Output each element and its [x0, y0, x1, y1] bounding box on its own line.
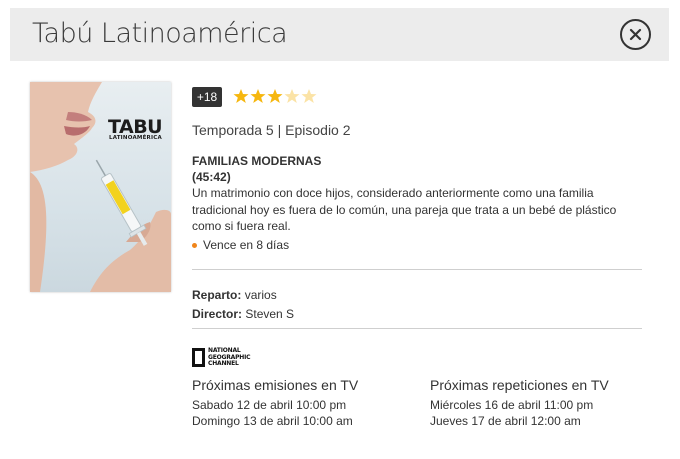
expiry-dot-icon — [192, 242, 197, 248]
star-rating — [233, 88, 317, 104]
repeat-item: Miércoles 16 de abril 11:00 pm — [430, 398, 594, 412]
repeat-item: Jueves 17 de abril 12:00 am — [430, 414, 581, 428]
expiry-notice: Vence en 8 días — [192, 238, 289, 252]
episode-duration: (45:42) — [192, 170, 231, 184]
close-icon — [629, 28, 642, 41]
emission-item: Sabado 12 de abril 10:00 pm — [192, 398, 347, 412]
repeats-heading: Próximas repeticiones en TV — [430, 377, 609, 393]
ng-frame-icon — [192, 348, 205, 368]
emissions-heading: Próximas emisiones en TV — [192, 377, 359, 393]
emission-item: Domingo 13 de abril 10:00 am — [192, 414, 353, 428]
director-value: Steven S — [245, 307, 295, 321]
age-rating-badge: +18 — [192, 87, 222, 107]
star-filled-icon — [267, 89, 283, 103]
show-poster: TABU LATINOAMÉRICA — [30, 82, 171, 292]
star-empty-icon — [284, 89, 300, 103]
episode-title: FAMILIAS MODERNAS — [192, 154, 322, 168]
star-empty-icon — [301, 89, 317, 103]
director-label: Director: — [192, 307, 243, 321]
poster-logo-subtitle: LATINOAMÉRICA — [109, 135, 162, 141]
star-filled-icon — [233, 89, 249, 103]
modal-header: Tabú Latinoamérica — [10, 8, 669, 61]
national-geographic-logo: NATIONAL GEOGRAPHIC CHANNEL — [192, 347, 251, 368]
ng-logo-text: NATIONAL GEOGRAPHIC CHANNEL — [208, 347, 251, 367]
cast-label: Reparto: — [192, 288, 242, 302]
divider — [192, 328, 642, 329]
star-filled-icon — [250, 89, 266, 103]
director-line: Director: Steven S — [192, 307, 294, 321]
episode-description: Un matrimonio con doce hijos, considerad… — [192, 186, 617, 233]
season-episode: Temporada 5 | Episodio 2 — [192, 122, 351, 138]
cast-line: Reparto: varios — [192, 288, 277, 302]
divider — [192, 269, 642, 270]
close-button[interactable] — [620, 19, 651, 50]
cast-value: varios — [244, 288, 277, 302]
expiry-text: Vence en 8 días — [203, 238, 290, 252]
page-title: Tabú Latinoamérica — [32, 18, 288, 49]
